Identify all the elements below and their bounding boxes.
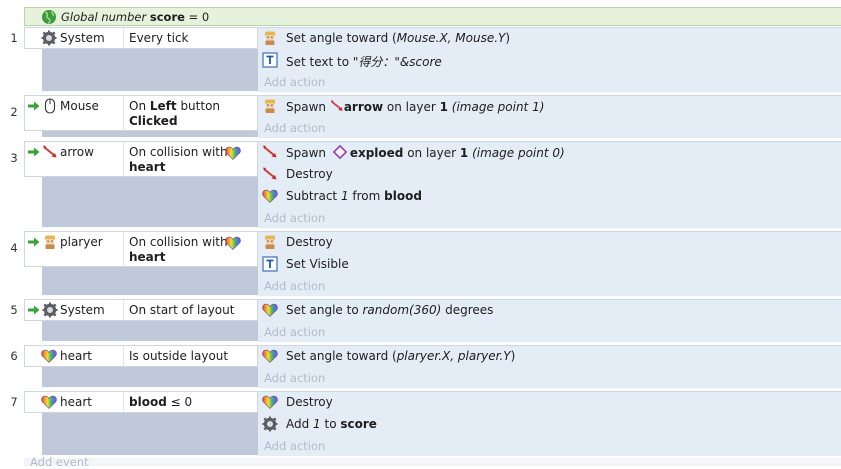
event-margin[interactable]: [42, 267, 258, 295]
action-row[interactable]: Spawn arrow on layer 1 (image point 1): [258, 95, 841, 117]
action-row[interactable]: Subtract 1 from blood: [258, 185, 841, 207]
condition-object: heart: [60, 395, 92, 409]
condition-text: On start of layout: [129, 303, 235, 317]
condition-row[interactable]: plaryer On collision with heart: [24, 231, 258, 267]
trigger-arrow-icon: [28, 147, 40, 157]
condition-object: Mouse: [60, 99, 99, 113]
condition-row[interactable]: heart blood ≤ 0: [24, 391, 258, 413]
heart-icon: [225, 145, 241, 161]
action-row[interactable]: Set angle toward (plaryer.X, plaryer.Y): [258, 345, 841, 367]
condition-text: Every tick: [129, 31, 189, 45]
condition-text: blood ≤ 0: [129, 395, 193, 409]
action-row[interactable]: Destroy: [258, 163, 841, 185]
character-icon: [42, 234, 58, 250]
add-action-link[interactable]: Add action: [264, 75, 325, 89]
trigger-arrow-icon: [28, 101, 40, 111]
mouse-icon: [42, 98, 58, 114]
condition-row[interactable]: heart Is outside layout: [24, 345, 258, 367]
heart-icon: [262, 348, 278, 364]
condition-text: Is outside layout: [129, 349, 229, 363]
condition-row[interactable]: System Every tick: [24, 27, 258, 49]
heart-icon: [262, 188, 278, 204]
diamond-sprite-icon: [333, 145, 347, 159]
action-row[interactable]: Destroy: [258, 391, 841, 413]
add-action-link[interactable]: Add action: [264, 279, 325, 293]
action-row[interactable]: Spawn exploed on layer 1 (image point 0): [258, 141, 841, 163]
text-object-icon: [262, 256, 278, 272]
add-action-link[interactable]: Add action: [264, 439, 325, 453]
heart-icon: [225, 235, 241, 251]
event-margin[interactable]: [42, 131, 258, 137]
add-event-link[interactable]: Add event: [30, 455, 89, 469]
trigger-arrow-icon: [28, 237, 40, 247]
condition-text: On Left button Clicked: [129, 99, 221, 128]
condition-row[interactable]: arrow On collision with heart: [24, 141, 258, 177]
action-row[interactable]: Destroy: [258, 231, 841, 253]
condition-object: System: [60, 303, 105, 317]
arrow-sprite-icon: [262, 166, 278, 182]
event-margin[interactable]: [42, 177, 258, 227]
action-row[interactable]: Set angle to random(360) degrees: [258, 299, 841, 321]
global-variable-row[interactable]: Global number score = 0: [24, 7, 841, 26]
arrow-sprite-icon: [42, 144, 58, 160]
add-action-link[interactable]: Add action: [264, 325, 325, 339]
heart-icon: [41, 348, 57, 364]
condition-object: heart: [60, 349, 92, 363]
add-action-link[interactable]: Add action: [264, 121, 325, 135]
event-margin[interactable]: [42, 367, 258, 387]
action-row[interactable]: Add 1 to score: [258, 413, 841, 435]
text-object-icon: [262, 52, 278, 68]
gear-icon: [262, 416, 278, 432]
event-margin[interactable]: [42, 413, 258, 455]
global-var-name: score: [149, 9, 185, 24]
action-row[interactable]: Set angle toward (Mouse.X, Mouse.Y): [258, 27, 841, 49]
global-var-prefix: Global number: [61, 9, 147, 24]
event-margin[interactable]: [42, 49, 258, 91]
add-event-row[interactable]: Add event: [24, 455, 841, 469]
character-icon: [262, 30, 278, 46]
add-action-link[interactable]: Add action: [264, 371, 325, 385]
action-row[interactable]: Set Visible: [258, 253, 841, 275]
add-action-link[interactable]: Add action: [264, 211, 325, 225]
arrow-sprite-icon: [262, 144, 278, 160]
action-row[interactable]: Set text to "得分："&score: [258, 49, 841, 71]
condition-row[interactable]: Mouse On Left button Clicked: [24, 95, 258, 131]
heart-icon: [262, 394, 278, 410]
gear-icon: [41, 30, 57, 46]
gear-icon: [42, 302, 58, 318]
character-icon: [262, 234, 278, 250]
trigger-arrow-icon: [28, 305, 40, 315]
globe-icon: [41, 9, 57, 25]
condition-object: System: [60, 31, 105, 45]
event-margin[interactable]: [42, 321, 258, 341]
condition-row[interactable]: System On start of layout: [24, 299, 258, 321]
arrow-sprite-icon: [330, 99, 344, 113]
global-var-value: = 0: [188, 9, 210, 24]
heart-icon: [41, 394, 57, 410]
condition-object: arrow: [60, 145, 94, 159]
condition-object: plaryer: [60, 235, 103, 249]
character-icon: [262, 98, 278, 114]
heart-icon: [262, 302, 278, 318]
